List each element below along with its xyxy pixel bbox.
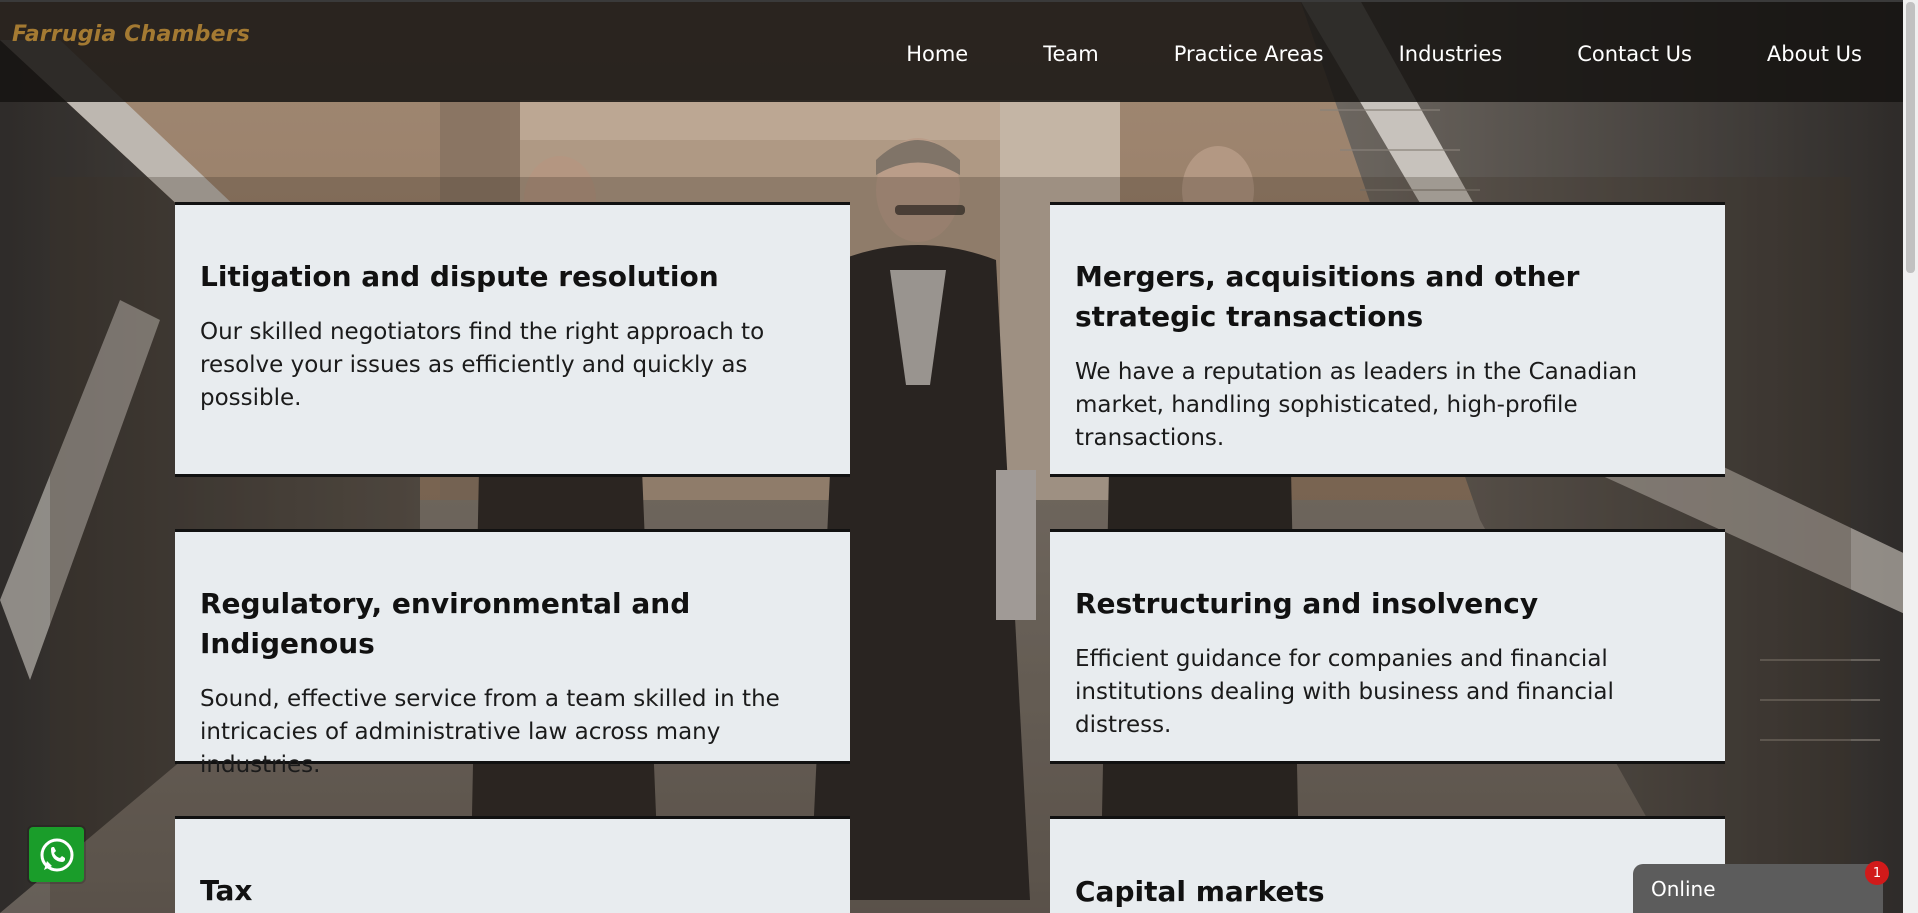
nav-team[interactable]: Team xyxy=(1043,42,1099,66)
practice-card-tax[interactable]: Tax xyxy=(175,816,850,913)
nav-contact-us[interactable]: Contact Us xyxy=(1577,42,1692,66)
chat-status: Online xyxy=(1651,877,1716,901)
nav-industries[interactable]: Industries xyxy=(1399,42,1503,66)
practice-card-capital-markets[interactable]: Capital markets xyxy=(1050,816,1725,913)
nav-practice-areas[interactable]: Practice Areas xyxy=(1174,42,1324,66)
page-scrollbar[interactable] xyxy=(1903,0,1918,913)
practice-card-restructuring[interactable]: Restructuring and insolvency Efficient g… xyxy=(1050,529,1725,764)
nav-home[interactable]: Home xyxy=(906,42,968,66)
card-description: Efficient guidance for companies and fin… xyxy=(1075,646,1614,738)
whatsapp-icon xyxy=(40,838,73,871)
practice-card-litigation[interactable]: Litigation and dispute resolution Our sk… xyxy=(175,202,850,477)
practice-card-mergers[interactable]: Mergers, acquisitions and other strategi… xyxy=(1050,202,1725,477)
site-header: Farrugia Chambers Home Team Practice Are… xyxy=(0,0,1918,102)
card-title: Restructuring and insolvency xyxy=(1075,587,1539,620)
card-title: Capital markets xyxy=(1075,875,1325,908)
card-title: Tax xyxy=(200,874,253,907)
notification-badge: 1 xyxy=(1865,861,1889,885)
main-nav: Home Team Practice Areas Industries Cont… xyxy=(906,42,1862,66)
practice-card-regulatory[interactable]: Regulatory, environmental and Indigenous… xyxy=(175,529,850,778)
nav-about-us[interactable]: About Us xyxy=(1767,42,1862,66)
whatsapp-button[interactable] xyxy=(29,827,84,882)
scrollbar-thumb[interactable] xyxy=(1906,2,1915,273)
chat-widget[interactable]: Online 1 xyxy=(1633,861,1889,913)
site-logo[interactable]: Farrugia Chambers xyxy=(12,22,250,47)
card-title: Regulatory, environmental and Indigenous xyxy=(200,587,691,660)
card-title: Litigation and dispute resolution xyxy=(200,260,719,293)
card-description: We have a reputation as leaders in the C… xyxy=(1075,359,1638,451)
card-title: Mergers, acquisitions and other strategi… xyxy=(1075,260,1580,333)
card-description: Sound, effective service from a team ski… xyxy=(200,686,780,778)
card-description: Our skilled negotiators find the right a… xyxy=(200,319,765,411)
